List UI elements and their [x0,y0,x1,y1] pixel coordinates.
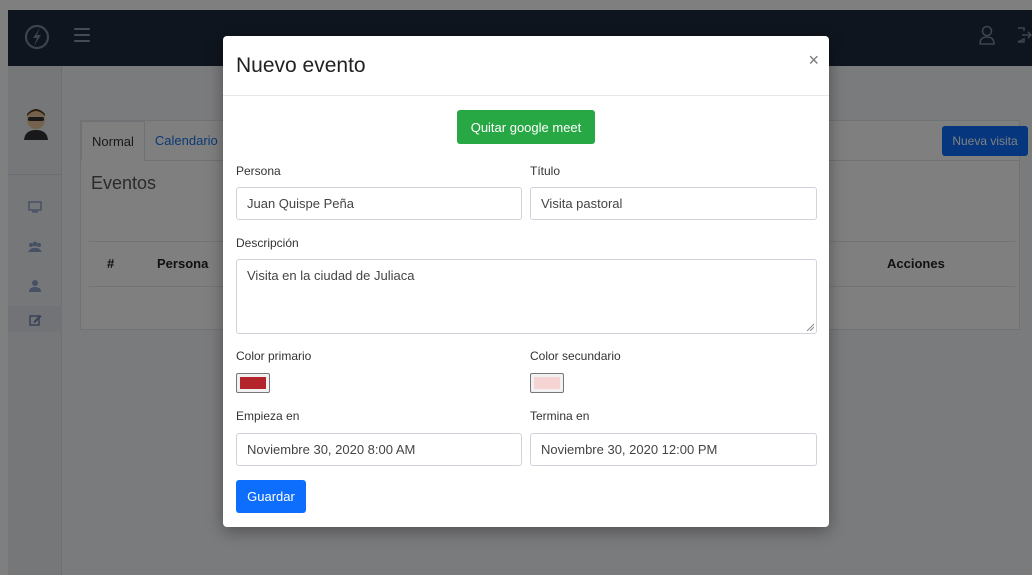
title-input[interactable]: Visita pastoral [530,187,817,220]
modal-title: Nuevo evento [236,54,366,77]
description-label: Descripción [236,236,299,250]
remove-google-meet-button[interactable]: Quitar google meet [457,110,595,144]
save-button[interactable]: Guardar [236,480,306,513]
person-input[interactable]: Juan Quispe Peña [236,187,522,220]
resize-grip-icon[interactable] [806,323,814,331]
start-datetime-input[interactable]: Noviembre 30, 2020 8:00 AM [236,433,522,466]
modal-header: Nuevo evento × [223,36,829,96]
start-label: Empieza en [236,409,300,423]
new-event-modal: Nuevo evento × Quitar google meet Person… [223,36,829,527]
primary-color-picker[interactable] [236,373,270,393]
end-label: Termina en [530,409,590,423]
description-textarea[interactable]: Visita en la ciudad de Juliaca [236,259,817,334]
primary-color-fill [240,377,266,389]
title-label: Título [530,164,561,178]
secondary-color-label: Color secundario [530,349,621,363]
close-icon[interactable]: × [808,50,819,71]
primary-color-label: Color primario [236,349,312,363]
description-text: Visita en la ciudad de Juliaca [247,268,415,283]
secondary-color-fill [534,377,560,389]
secondary-color-picker[interactable] [530,373,564,393]
person-label: Persona [236,164,281,178]
end-datetime-input[interactable]: Noviembre 30, 2020 12:00 PM [530,433,817,466]
